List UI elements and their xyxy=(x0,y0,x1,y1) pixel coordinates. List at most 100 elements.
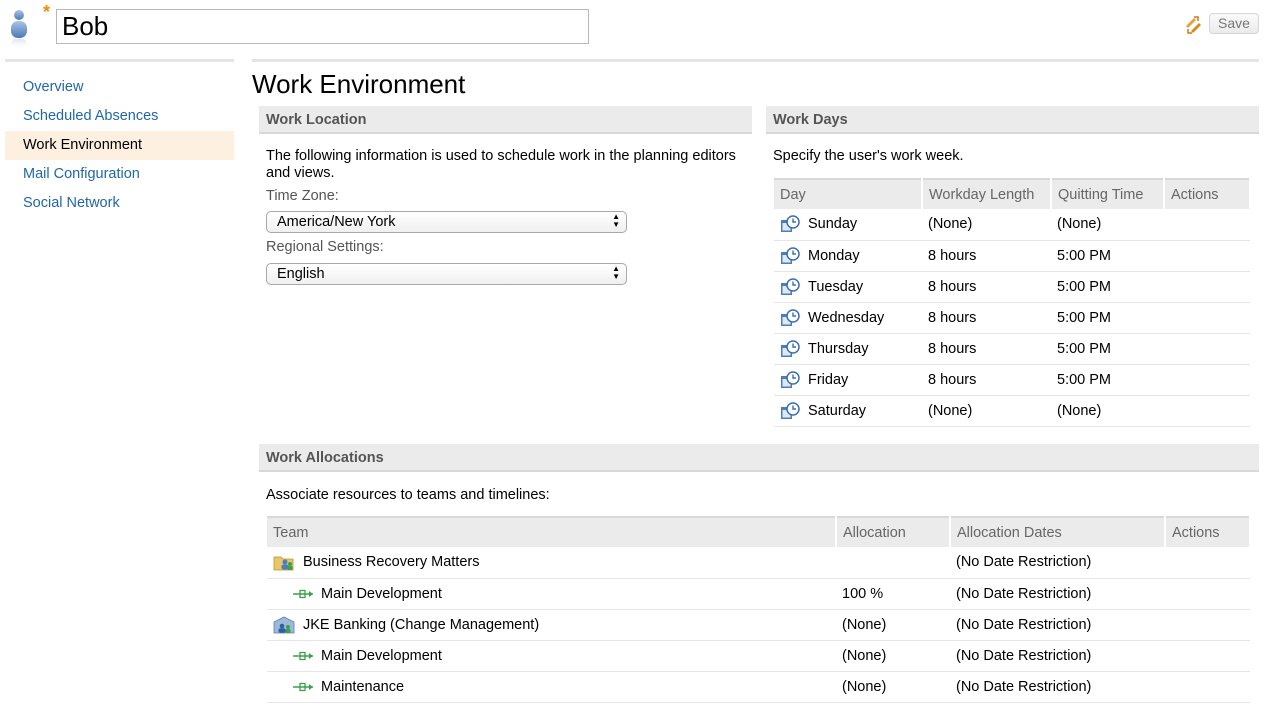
team-cell-content: JKE Banking (Change Management) xyxy=(273,615,836,635)
allocation-dates: (No Date Restriction) xyxy=(950,640,1165,672)
workday-length: (None) xyxy=(922,209,1051,241)
table-row[interactable]: Sunday (None) (None) xyxy=(774,209,1250,241)
table-row[interactable]: Friday 8 hours 5:00 PM xyxy=(774,364,1250,396)
quitting-time: (None) xyxy=(1051,395,1164,427)
work-days-table: Day Workday Length Quitting Time Actions… xyxy=(774,178,1251,427)
calendar-clock-icon xyxy=(781,308,800,326)
team-cell: Main Development xyxy=(267,640,836,672)
allocation-value: (None) xyxy=(836,640,950,672)
day-cell-content: Wednesday xyxy=(780,308,922,328)
team-cell: Business Recovery Matters xyxy=(267,547,836,579)
row-actions xyxy=(1164,209,1250,241)
table-row[interactable]: Tuesday 8 hours 5:00 PM xyxy=(774,271,1250,303)
work-location-description: The following information is used to sch… xyxy=(266,148,736,181)
day-cell: Saturday xyxy=(774,395,922,427)
row-actions xyxy=(1165,578,1250,610)
allocation-value: (None) xyxy=(836,671,950,703)
team-label[interactable]: Business Recovery Matters xyxy=(303,554,479,570)
select-arrows-icon: ▲ ▼ xyxy=(612,264,620,281)
quitting-time: 5:00 PM xyxy=(1051,302,1164,334)
sidebar-item-work-environment[interactable]: Work Environment xyxy=(5,131,234,160)
workday-length: 8 hours xyxy=(922,271,1051,303)
quitting-time: 5:00 PM xyxy=(1051,333,1164,365)
team-label[interactable]: Main Development xyxy=(321,586,442,602)
column-allocation[interactable]: Allocation xyxy=(836,516,951,547)
quitting-time: 5:00 PM xyxy=(1051,240,1164,272)
day-cell-content: Saturday xyxy=(780,401,922,421)
column-workday-length[interactable]: Workday Length xyxy=(922,178,1052,209)
day-cell: Monday xyxy=(774,240,922,272)
regional-settings-label: Regional Settings: xyxy=(266,239,384,255)
day-cell: Friday xyxy=(774,364,922,396)
row-actions xyxy=(1164,364,1250,396)
sidebar-item-mail-configuration[interactable]: Mail Configuration xyxy=(5,160,234,189)
day-label[interactable]: Saturday xyxy=(808,403,866,419)
table-row[interactable]: Main Development (None) (No Date Restricti… xyxy=(267,640,1250,672)
work-days-description: Specify the user's work week. xyxy=(773,148,964,164)
time-zone-label: Time Zone: xyxy=(266,188,339,204)
allocation-dates: (No Date Restriction) xyxy=(950,609,1165,641)
sidebar-item-overview[interactable]: Overview xyxy=(5,73,234,102)
table-row[interactable]: Thursday 8 hours 5:00 PM xyxy=(774,333,1250,365)
quitting-time: 5:00 PM xyxy=(1051,364,1164,396)
day-label[interactable]: Friday xyxy=(808,372,848,388)
day-cell: Wednesday xyxy=(774,302,922,334)
team-label[interactable]: JKE Banking (Change Management) xyxy=(303,617,539,633)
team-label[interactable]: Main Development xyxy=(321,648,442,664)
day-label[interactable]: Thursday xyxy=(808,341,868,357)
table-row[interactable]: JKE Banking (Change Management) (None) (No… xyxy=(267,609,1250,641)
team-cell-content: Main Development xyxy=(273,648,836,664)
work-allocations-header: Work Allocations xyxy=(259,444,1259,472)
column-actions: Actions xyxy=(1164,178,1251,209)
allocation-value: (None) xyxy=(836,609,950,641)
table-row[interactable]: Maintenance (None) (No Date Restriction) xyxy=(267,671,1250,703)
allocation-value: 100 % xyxy=(836,578,950,610)
row-actions xyxy=(1164,302,1250,334)
save-button[interactable]: Save xyxy=(1209,13,1259,34)
column-quitting-time[interactable]: Quitting Time xyxy=(1051,178,1165,209)
calendar-clock-icon xyxy=(781,401,800,419)
table-row[interactable]: Main Development 100 % (No Date Restrictio… xyxy=(267,578,1250,610)
column-actions: Actions xyxy=(1165,516,1251,547)
quitting-time: (None) xyxy=(1051,209,1164,241)
calendar-clock-icon xyxy=(781,215,800,233)
workday-length: 8 hours xyxy=(922,302,1051,334)
sidebar-item-scheduled-absences[interactable]: Scheduled Absences xyxy=(5,102,234,131)
calendar-clock-icon xyxy=(781,339,800,357)
refresh-icon[interactable] xyxy=(1182,14,1204,36)
user-name-field[interactable] xyxy=(56,9,589,44)
table-row[interactable]: Monday 8 hours 5:00 PM xyxy=(774,240,1250,272)
time-zone-value: America/New York xyxy=(277,214,396,230)
timeline-icon xyxy=(293,651,313,660)
day-label[interactable]: Sunday xyxy=(808,216,857,232)
row-actions xyxy=(1164,271,1250,303)
work-allocations-table: Team Allocation Allocation Dates Actions… xyxy=(267,516,1251,703)
calendar-clock-icon xyxy=(781,246,800,264)
row-actions xyxy=(1165,609,1250,641)
row-actions xyxy=(1165,671,1250,703)
timeline-icon xyxy=(293,682,313,691)
day-label[interactable]: Monday xyxy=(808,248,860,264)
team-label[interactable]: Maintenance xyxy=(321,679,404,695)
regional-settings-select[interactable]: English ▲ ▼ xyxy=(266,263,627,285)
day-cell-content: Sunday xyxy=(780,214,922,234)
row-actions xyxy=(1164,240,1250,272)
sidebar-divider xyxy=(5,59,234,62)
day-label[interactable]: Wednesday xyxy=(808,310,884,326)
column-day[interactable]: Day xyxy=(774,178,923,209)
table-row[interactable]: Saturday (None) (None) xyxy=(774,395,1250,427)
row-actions xyxy=(1165,547,1250,579)
workday-length: 8 hours xyxy=(922,240,1051,272)
select-arrows-icon: ▲ ▼ xyxy=(612,212,620,229)
team-cell-content: Business Recovery Matters xyxy=(273,552,836,572)
day-label[interactable]: Tuesday xyxy=(808,279,863,295)
work-location-header: Work Location xyxy=(259,106,752,134)
table-row[interactable]: Wednesday 8 hours 5:00 PM xyxy=(774,302,1250,334)
allocation-dates: (No Date Restriction) xyxy=(950,578,1165,610)
time-zone-select[interactable]: America/New York ▲ ▼ xyxy=(266,211,627,233)
column-team[interactable]: Team xyxy=(267,516,837,547)
sidebar-item-social-network[interactable]: Social Network xyxy=(5,189,234,218)
column-allocation-dates[interactable]: Allocation Dates xyxy=(950,516,1166,547)
table-row[interactable]: Business Recovery Matters (No Date Restri… xyxy=(267,547,1250,579)
calendar-clock-icon xyxy=(781,277,800,295)
